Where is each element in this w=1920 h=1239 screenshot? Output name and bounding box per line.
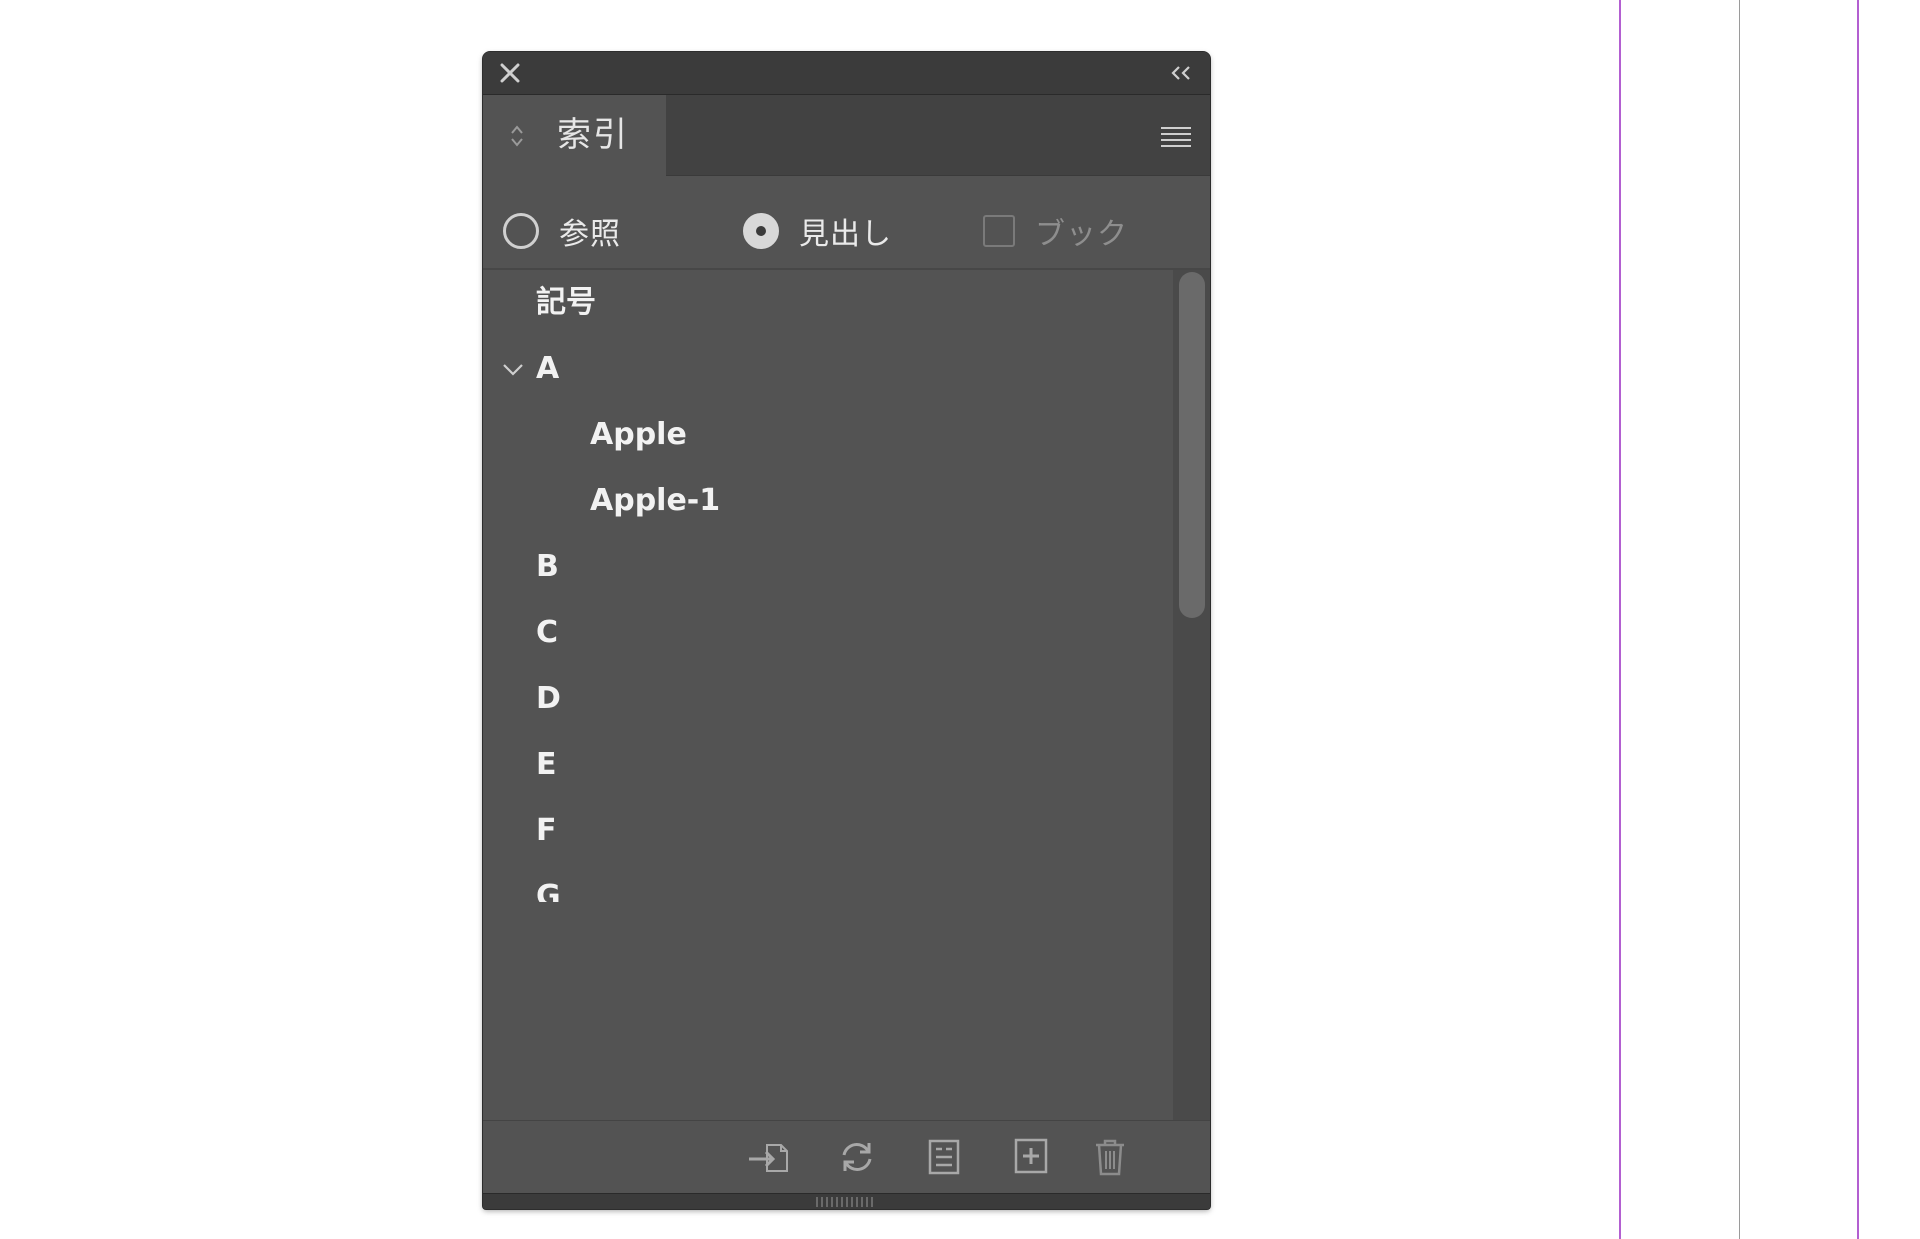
heading-radio[interactable] xyxy=(743,213,779,249)
goto-marker-icon[interactable] xyxy=(745,1137,793,1177)
tree-row[interactable]: Apple xyxy=(483,402,1180,468)
generate-index-icon[interactable] xyxy=(920,1137,968,1177)
tree-row[interactable]: 記号 xyxy=(483,270,1180,336)
tree-row[interactable]: A xyxy=(483,336,1180,402)
up-down-arrows-icon[interactable] xyxy=(509,123,525,149)
page-edge-guide xyxy=(1739,0,1740,1239)
heading-label: 見出し xyxy=(799,217,892,252)
scrollbar-thumb[interactable] xyxy=(1179,272,1205,618)
tree-row[interactable]: C xyxy=(483,600,1180,666)
tree-row-label: B xyxy=(536,549,559,584)
tree-row-label: D xyxy=(536,681,561,716)
tab-label: 索引 xyxy=(557,115,629,155)
tab-index[interactable]: 索引 xyxy=(483,95,666,176)
tree-row[interactable]: F xyxy=(483,798,1180,864)
tree-row-label: Apple-1 xyxy=(590,483,721,518)
book-label: ブック xyxy=(1035,217,1128,252)
chevron-down-icon[interactable] xyxy=(501,362,525,378)
panel-footer-toolbar xyxy=(483,1120,1210,1193)
hamburger-menu-icon[interactable] xyxy=(1160,125,1192,149)
index-tree: 記号 A Apple Apple-1 B C D E F G xyxy=(483,270,1180,902)
heading-radio-option[interactable]: 見出し xyxy=(743,206,892,256)
refresh-icon[interactable] xyxy=(833,1137,881,1177)
panel-resize-grip[interactable] xyxy=(483,1193,1210,1209)
tree-row-label: 記号 xyxy=(536,285,596,320)
tree-row-label: Apple xyxy=(590,417,687,452)
reference-radio-option[interactable]: 参照 xyxy=(503,206,621,256)
tree-row-label: F xyxy=(536,813,557,848)
reference-radio[interactable] xyxy=(503,213,539,249)
document-canvas: 索引 参照 見出し ブック 記号 A Apple Apple-1 B C D E… xyxy=(0,0,1920,1239)
tree-row[interactable]: D xyxy=(483,666,1180,732)
book-checkbox-option[interactable]: ブック xyxy=(983,206,1128,256)
panel-titlebar[interactable] xyxy=(483,52,1210,95)
tree-row-label: A xyxy=(536,351,560,386)
trash-icon[interactable] xyxy=(1086,1137,1134,1177)
panel-tabbar: 索引 xyxy=(483,95,1210,176)
margin-guide-left xyxy=(1619,0,1621,1239)
tree-row[interactable]: Apple-1 xyxy=(483,468,1180,534)
add-icon[interactable] xyxy=(1007,1137,1055,1177)
tree-row-label: G xyxy=(536,879,561,902)
reference-label: 参照 xyxy=(559,217,621,252)
tree-row[interactable]: B xyxy=(483,534,1180,600)
tree-row[interactable]: E xyxy=(483,732,1180,798)
index-panel: 索引 参照 見出し ブック 記号 A Apple Apple-1 B C D E… xyxy=(483,52,1210,1209)
tree-row-label: C xyxy=(536,615,559,650)
close-icon[interactable] xyxy=(497,60,523,86)
grip-dots-icon xyxy=(816,1197,876,1207)
tree-row-label: E xyxy=(536,747,557,782)
margin-guide-right xyxy=(1857,0,1859,1239)
tree-row[interactable]: G xyxy=(483,864,1180,902)
double-chevron-left-icon[interactable] xyxy=(1166,61,1196,85)
book-checkbox[interactable] xyxy=(983,215,1015,247)
